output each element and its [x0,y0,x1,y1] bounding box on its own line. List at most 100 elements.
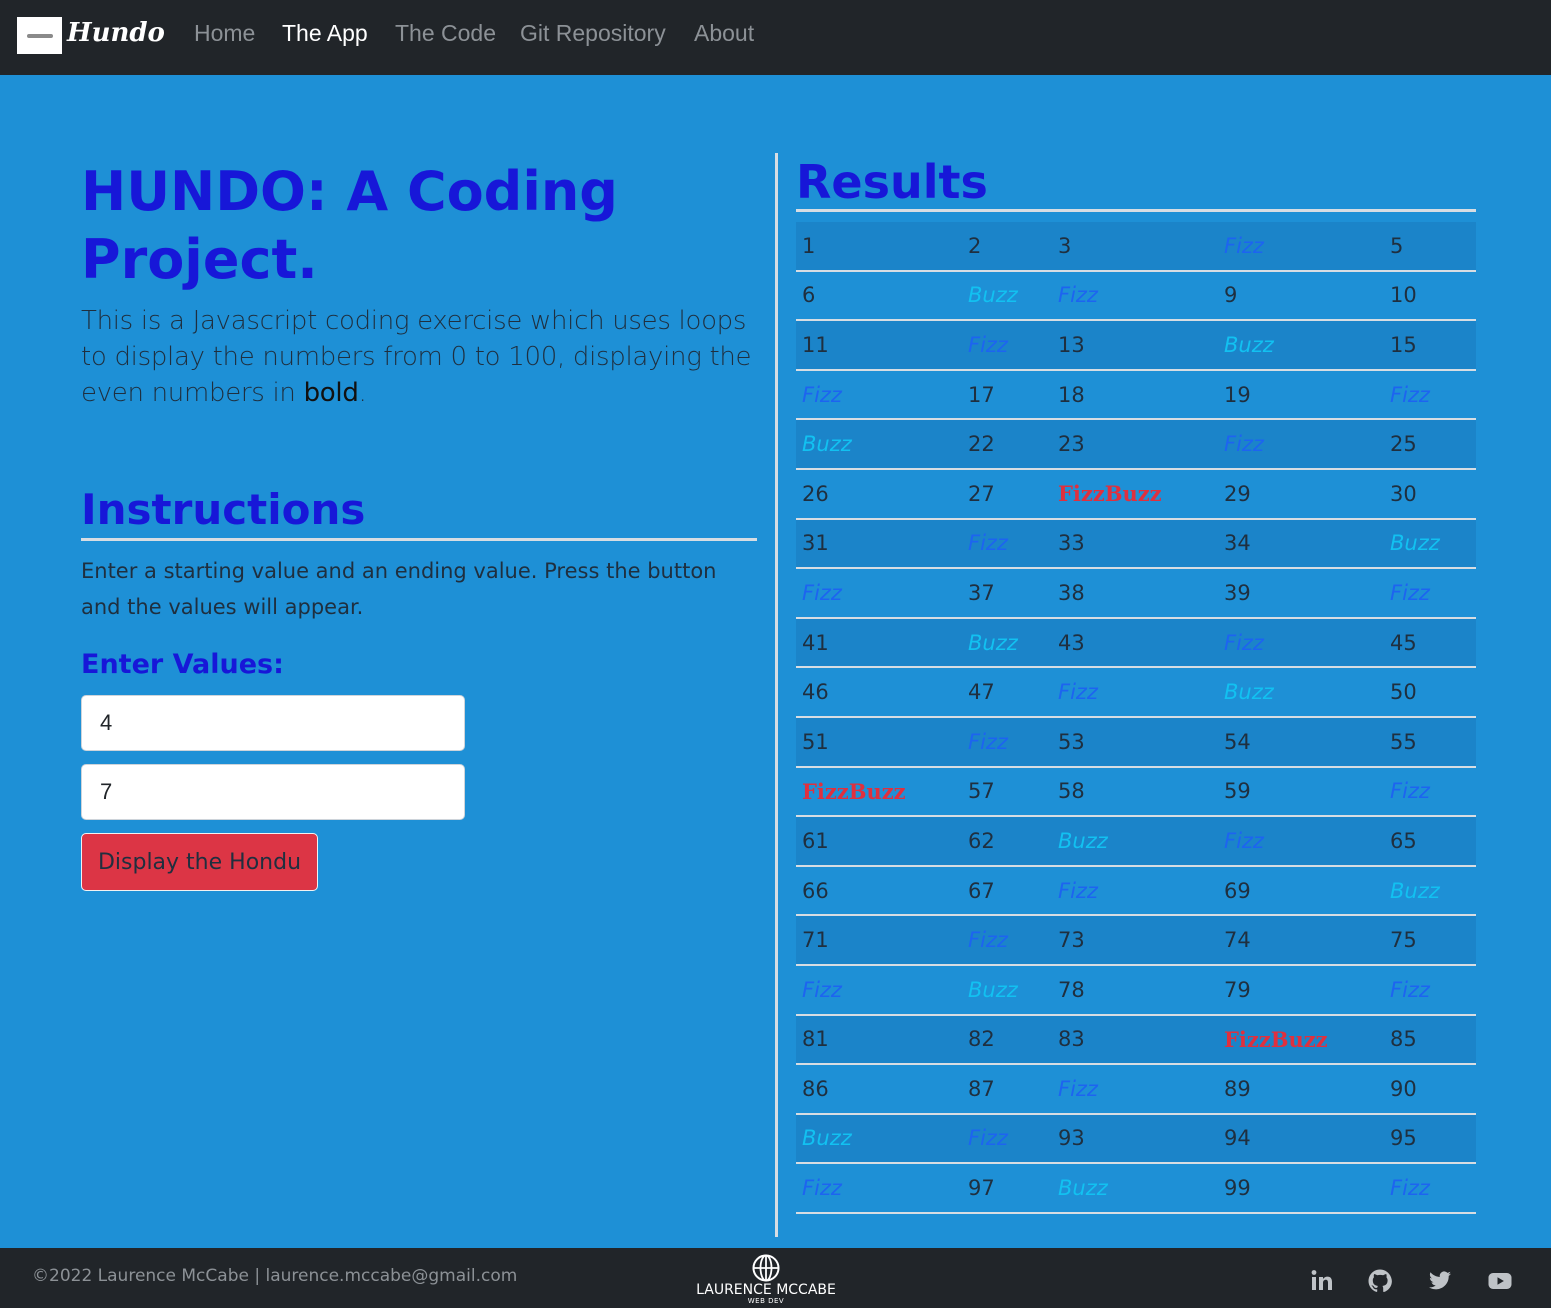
results-cell: Fizz [1384,1163,1476,1214]
results-cell: 67 [962,865,1052,917]
results-cell: 65 [1384,816,1476,867]
results-cell: 6 [796,270,962,322]
nav-home[interactable]: Home [194,20,255,47]
results-cell: 47 [962,667,1052,718]
results-cell: 50 [1384,667,1476,718]
results-cell: 53 [1052,716,1218,768]
results-cell: Fizz [1052,270,1218,322]
results-cell: 55 [1384,716,1476,768]
results-cell: Fizz [962,518,1052,570]
results-cell: 33 [1052,518,1218,570]
youtube-icon[interactable] [1487,1268,1513,1294]
results-cell: 75 [1384,915,1476,966]
results-cell: Fizz [1218,419,1384,470]
results-cell: 34 [1218,518,1384,570]
results-cell: 3 [1052,222,1218,272]
results-cell: 15 [1384,320,1476,371]
results-cell: 17 [962,369,1052,421]
brand-logo[interactable] [17,17,62,54]
results-row: 66 67 Fizz 69 Buzz [796,865,1476,917]
results-cell: Buzz [1052,1163,1218,1214]
results-row: 46 47 Fizz Buzz 50 [796,667,1476,718]
results-cell: 39 [1218,568,1384,619]
start-value-input[interactable] [81,695,465,751]
intro-text: This is a Javascript coding exercise whi… [81,303,756,411]
results-cell: Fizz [796,1163,962,1214]
results-row: 26 27 FizzBuzz 29 30 [796,468,1476,520]
results-cell: Buzz [1384,865,1476,917]
twitter-icon[interactable] [1427,1268,1453,1294]
results-cell: 46 [796,667,962,718]
results-row: 86 87 Fizz 89 90 [796,1064,1476,1115]
results-cell: 18 [1052,369,1218,421]
results-cell: 27 [962,468,1052,520]
footer-logo[interactable]: LAURENCE MCCABE WEB DEV [692,1254,840,1305]
results-cell: 66 [796,865,962,917]
results-cell: Buzz [1052,816,1218,867]
results-heading: Results [796,155,1476,212]
results-cell: 43 [1052,617,1218,669]
results-cell: Fizz [962,320,1052,371]
results-cell: 41 [796,617,962,669]
results-row: Fizz 97 Buzz 99 Fizz [796,1163,1476,1214]
results-cell: Fizz [1218,617,1384,669]
results-cell: 83 [1052,1014,1218,1066]
nav-the-app[interactable]: The App [282,20,368,47]
results-cell: Fizz [962,915,1052,966]
footer-logo-sub: WEB DEV [747,1297,785,1305]
results-cell: 26 [796,468,962,520]
results-row: Fizz 37 38 39 Fizz [796,568,1476,619]
results-cell: 29 [1218,468,1384,520]
results-cell: Fizz [796,369,962,421]
results-cell: 94 [1218,1113,1384,1165]
results-row: 6 Buzz Fizz 9 10 [796,270,1476,322]
results-cell: Buzz [1384,518,1476,570]
page-title: HUNDO: A Coding Project. [81,160,618,291]
results-cell: 25 [1384,419,1476,470]
results-cell: Fizz [1384,964,1476,1016]
results-row: FizzBuzz 57 58 59 Fizz [796,766,1476,818]
results-row: Buzz 22 23 Fizz 25 [796,419,1476,470]
results-cell: 87 [962,1064,1052,1115]
results-cell: 19 [1218,369,1384,421]
results-cell: Fizz [962,1113,1052,1165]
results-cell: Buzz [1218,320,1384,371]
results-cell: 93 [1052,1113,1218,1165]
results-cell: 45 [1384,617,1476,669]
results-cell: Buzz [796,1113,962,1165]
end-value-input[interactable] [81,764,465,820]
results-cell: 51 [796,716,962,768]
results-cell: Fizz [1052,865,1218,917]
results-cell: 11 [796,320,962,371]
results-row: Fizz 17 18 19 Fizz [796,369,1476,421]
nav-git-repository[interactable]: Git Repository [520,20,666,47]
results-cell: Fizz [796,964,962,1016]
footer: ©2022 Laurence McCabe | laurence.mccabe@… [0,1248,1551,1308]
results-cell: FizzBuzz [1218,1014,1384,1066]
instructions-heading: Instructions [81,484,757,541]
results-cell: 82 [962,1014,1052,1066]
display-button[interactable]: Display the Hondu [81,833,318,891]
linkedin-icon[interactable] [1309,1268,1335,1294]
results-cell: 90 [1384,1064,1476,1115]
nav-the-code[interactable]: The Code [395,20,496,47]
results-cell: 86 [796,1064,962,1115]
nav-about[interactable]: About [694,20,754,47]
logo-mark-icon [26,33,53,38]
column-divider [775,153,778,1237]
results-row: 31 Fizz 33 34 Buzz [796,518,1476,570]
results-cell: 23 [1052,419,1218,470]
results-cell: Fizz [962,716,1052,768]
results-row: 71 Fizz 73 74 75 [796,915,1476,966]
results-cell: Buzz [962,964,1052,1016]
github-icon[interactable] [1367,1268,1393,1294]
results-cell: 54 [1218,716,1384,768]
results-cell: Fizz [1384,568,1476,619]
results-row: 81 82 83 FizzBuzz 85 [796,1014,1476,1066]
results-cell: 62 [962,816,1052,867]
brand-name[interactable]: Hundo [67,18,165,48]
results-cell: 99 [1218,1163,1384,1214]
results-cell: 9 [1218,270,1384,322]
results-cell: 74 [1218,915,1384,966]
results-cell: 58 [1052,766,1218,818]
